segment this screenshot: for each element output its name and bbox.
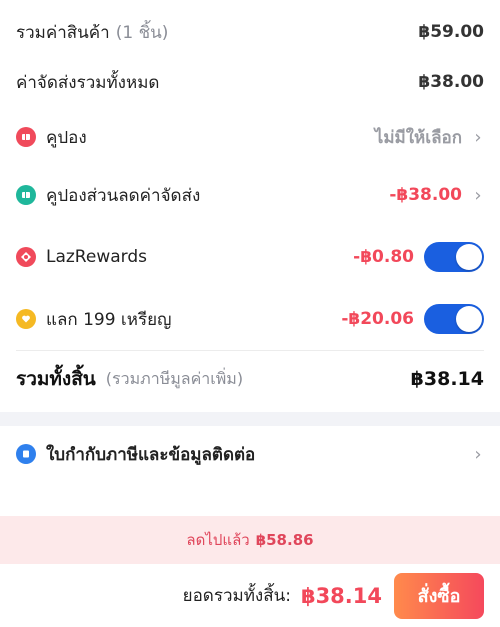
coins-value-wrap: -฿20.06 — [341, 304, 484, 334]
savings-label: ลดไปแล้ว — [186, 531, 250, 549]
toggle-knob — [456, 244, 482, 270]
voucher-row[interactable]: คูปอง ไม่มีให้เลือก › — [0, 118, 500, 156]
invoice-section: ใบกำกับภาษีและข้อมูลติดต่อ › — [0, 426, 500, 516]
coin-icon — [16, 309, 36, 329]
total-value: ฿38.14 — [410, 368, 484, 390]
total-row: รวมทั้งสิ้น (รวมภาษีมูลค่าเพิ่ม) ฿38.14 — [0, 360, 500, 398]
lazrewards-label: LazRewards — [46, 247, 147, 267]
lazrewards-row: LazRewards -฿0.80 — [0, 238, 500, 276]
grand-total-value: ฿38.14 — [300, 583, 382, 608]
invoice-label: ใบกำกับภาษีและข้อมูลติดต่อ — [46, 444, 256, 465]
grand-total-label: ยอดรวมทั้งสิ้น: — [182, 586, 291, 606]
divider — [16, 350, 484, 351]
subtotal-label: รวมค่าสินค้า — [16, 22, 110, 43]
order-summary-card: รวมค่าสินค้า (1 ชิ้น) ฿59.00 ค่าจัดส่งรว… — [0, 0, 500, 412]
chevron-right-icon: › — [474, 126, 482, 148]
shipping-voucher-row[interactable]: คูปองส่วนลดค่าจัดส่ง -฿38.00 › — [0, 176, 500, 214]
voucher-value-wrap: ไม่มีให้เลือก › — [375, 124, 484, 151]
total-label-wrap: รวมทั้งสิ้น (รวมภาษีมูลค่าเพิ่ม) — [16, 364, 243, 394]
checkout-bar: ยอดรวมทั้งสิ้น: ฿38.14 สั่งซื้อ — [0, 564, 500, 627]
lazrewards-label-wrap: LazRewards — [16, 247, 147, 267]
coins-label: แลก 199 เหรียญ — [46, 309, 172, 330]
invoice-icon — [16, 444, 36, 464]
toggle-knob — [456, 306, 482, 332]
savings-value: ฿58.86 — [255, 531, 314, 549]
voucher-label-wrap: คูปอง — [16, 124, 87, 151]
shipping-value: ฿38.00 — [418, 72, 484, 92]
invoice-label-wrap: ใบกำกับภาษีและข้อมูลติดต่อ — [16, 441, 255, 468]
voucher-value: ไม่มีให้เลือก — [374, 127, 462, 148]
shipping-voucher-value-wrap: -฿38.00 › — [389, 185, 484, 206]
shipping-row: ค่าจัดส่งรวมทั้งหมด ฿38.00 — [0, 64, 500, 100]
total-vat-note: (รวมภาษีมูลค่าเพิ่ม) — [105, 368, 244, 388]
savings-banner: ลดไปแล้ว ฿58.86 — [0, 516, 500, 564]
place-order-button[interactable]: สั่งซื้อ — [394, 572, 484, 619]
lazrewards-value-wrap: -฿0.80 — [353, 242, 484, 272]
subtotal-row: รวมค่าสินค้า (1 ชิ้น) ฿59.00 — [0, 14, 500, 50]
voucher-label: คูปอง — [46, 127, 87, 148]
shipping-voucher-label-wrap: คูปองส่วนลดค่าจัดส่ง — [16, 182, 200, 209]
subtotal-qty: (1 ชิ้น) — [115, 22, 169, 43]
chevron-right-icon: › — [474, 443, 482, 465]
voucher-icon — [16, 127, 36, 147]
coins-label-wrap: แลก 199 เหรียญ — [16, 306, 172, 333]
coins-toggle[interactable] — [424, 304, 484, 334]
shipping-voucher-label: คูปองส่วนลดค่าจัดส่ง — [46, 185, 201, 206]
coins-value: -฿20.06 — [341, 309, 414, 329]
shipping-voucher-icon — [16, 185, 36, 205]
lazrewards-value: -฿0.80 — [353, 247, 414, 267]
coins-row: แลก 199 เหรียญ -฿20.06 — [0, 300, 500, 338]
chevron-right-icon: › — [474, 184, 482, 206]
subtotal-value: ฿59.00 — [418, 22, 484, 42]
invoice-row[interactable]: ใบกำกับภาษีและข้อมูลติดต่อ › — [0, 436, 500, 472]
total-label: รวมทั้งสิ้น — [16, 368, 96, 390]
shipping-label: ค่าจัดส่งรวมทั้งหมด — [16, 72, 160, 93]
subtotal-label-wrap: รวมค่าสินค้า (1 ชิ้น) — [16, 19, 168, 46]
invoice-chevron-wrap: › — [462, 444, 484, 465]
shipping-voucher-value: -฿38.00 — [389, 185, 462, 205]
lazrewards-icon — [16, 247, 36, 267]
lazrewards-toggle[interactable] — [424, 242, 484, 272]
